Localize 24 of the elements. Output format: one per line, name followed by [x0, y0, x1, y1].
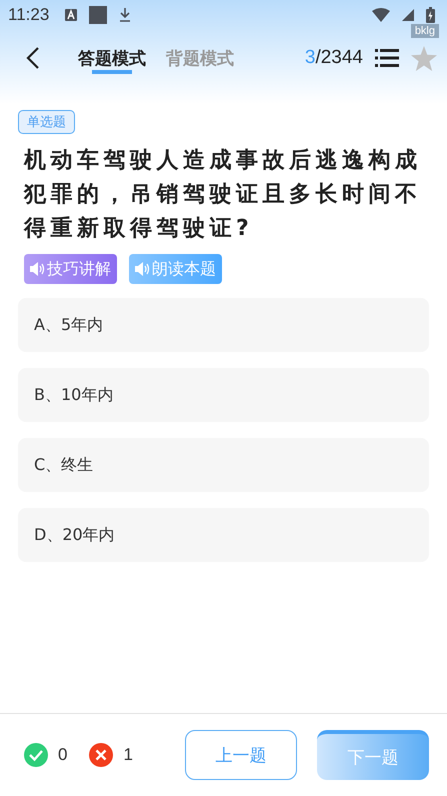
- question-counter: 3/2344: [304, 47, 363, 69]
- question-text: 机动车驾驶人造成事故后逃逸构成犯罪的，吊销驾驶证且多长时间不得重新取得驾驶证?: [24, 147, 422, 243]
- debug-tag: bklg: [410, 24, 439, 38]
- correct-count: 0: [58, 745, 68, 765]
- answer-option[interactable]: D、20年内: [18, 508, 429, 562]
- speaker-icon: [30, 262, 45, 276]
- list-icon[interactable]: [375, 49, 399, 67]
- download-icon: [119, 8, 132, 22]
- star-icon[interactable]: [411, 46, 437, 70]
- square-icon: [89, 6, 108, 24]
- correct-icon: [24, 743, 48, 767]
- wrong-icon: [89, 743, 114, 767]
- wifi-icon: [372, 8, 390, 22]
- signal-icon: [402, 9, 414, 21]
- answer-option[interactable]: B、10年内: [18, 368, 429, 422]
- back-button[interactable]: [26, 47, 40, 69]
- speaker-icon: [135, 262, 150, 276]
- answer-option[interactable]: C、终生: [18, 438, 429, 492]
- font-icon: [65, 9, 78, 21]
- answer-option[interactable]: A、5年内: [18, 298, 429, 352]
- question-type-tag: 单选题: [18, 110, 75, 134]
- status-time: 11:23: [8, 5, 50, 25]
- battery-icon: [426, 7, 435, 23]
- wrong-count: 1: [123, 745, 133, 765]
